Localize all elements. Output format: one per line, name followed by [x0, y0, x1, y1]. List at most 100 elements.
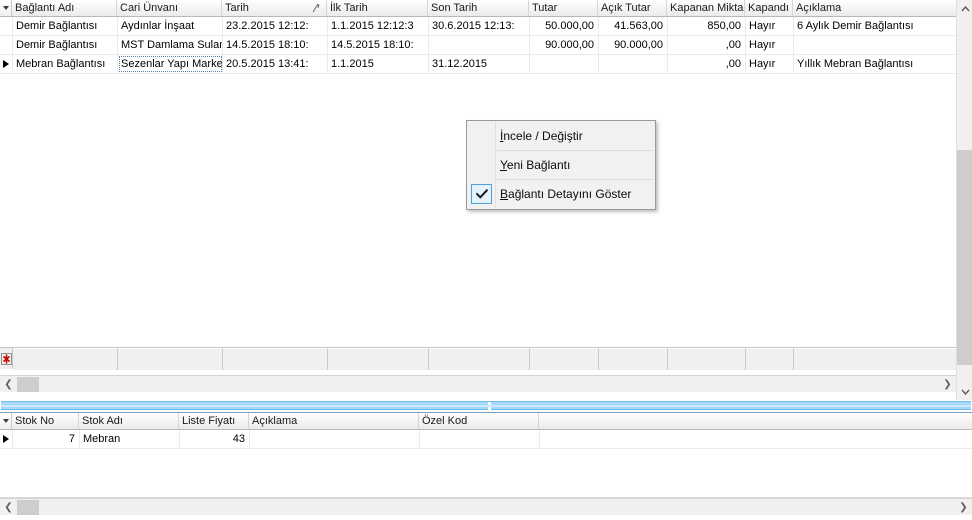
stok-column-header-3[interactable]: Açıklama	[249, 413, 419, 429]
table-cell[interactable]	[794, 36, 956, 54]
table-cell[interactable]: MST Damlama Sulama	[118, 36, 223, 54]
stok-column-header-4[interactable]: Özel Kod	[419, 413, 539, 429]
column-header-0[interactable]: Bağlantı Adı	[12, 0, 117, 16]
scroll-right-icon[interactable]: ❯	[955, 499, 972, 516]
column-header-2[interactable]: Tarih	[222, 0, 327, 16]
table-cell[interactable]: 1.1.2015 12:12:3	[328, 17, 429, 35]
splitter-bar[interactable]	[1, 401, 971, 411]
table-cell[interactable]: 14.5.2015 18:10:	[223, 36, 328, 54]
table-cell[interactable]: Mebran	[80, 430, 180, 448]
column-header-7[interactable]: Kapanan Miktar	[667, 0, 745, 16]
table-cell[interactable]	[530, 55, 599, 73]
column-header-8[interactable]: Kapandı	[745, 0, 793, 16]
baglanti-grid-vscrollbar[interactable]	[956, 0, 972, 400]
footer-cell[interactable]	[13, 348, 118, 370]
stok-column-header-0[interactable]: Stok No	[12, 413, 79, 429]
footer-cell[interactable]	[668, 348, 746, 370]
table-row[interactable]: Demir BağlantısıMST Damlama Sulama14.5.2…	[0, 36, 956, 55]
footer-cell[interactable]	[328, 348, 429, 370]
context-menu-item-label: Bağlantı Detayını Göster	[500, 187, 632, 201]
table-cell[interactable]: 43	[180, 430, 250, 448]
table-cell[interactable]: 850,00	[668, 17, 746, 35]
row-header-cell[interactable]	[0, 430, 13, 448]
row-header-select-all-button[interactable]	[0, 0, 12, 16]
table-cell[interactable]: 90.000,00	[599, 36, 668, 54]
stok-column-header-1[interactable]: Stok Adı	[79, 413, 179, 429]
table-cell[interactable]: Aydınlar İnşaat	[118, 17, 223, 35]
scroll-down-icon[interactable]	[957, 383, 972, 400]
table-cell[interactable]: 90.000,00	[530, 36, 599, 54]
row-header-cell[interactable]	[0, 36, 13, 54]
footer-cell[interactable]	[746, 348, 794, 370]
table-row[interactable]: 7 Mebran 43	[0, 430, 972, 449]
table-cell[interactable]	[250, 430, 420, 448]
table-cell[interactable]: 23.2.2015 12:12:	[223, 17, 328, 35]
hscroll-thumb[interactable]	[17, 499, 39, 515]
baglanti-grid-hscrollbar[interactable]: ❮ ❯	[0, 375, 956, 392]
table-cell[interactable]: 7	[13, 430, 80, 448]
table-cell[interactable]: 6 Aylık Demir Bağlantısı	[794, 17, 956, 35]
stok-grid-empty-space	[0, 449, 972, 498]
table-cell[interactable]: Hayır	[746, 17, 794, 35]
table-cell[interactable]: 41.563,00	[599, 17, 668, 35]
stok-grid-body: 7 Mebran 43	[0, 430, 972, 449]
scroll-left-icon[interactable]: ❮	[0, 499, 17, 516]
table-cell[interactable]: Mebran Bağlantısı	[13, 55, 118, 73]
footer-cell[interactable]	[429, 348, 530, 370]
column-header-9[interactable]: Açıklama	[793, 0, 956, 16]
table-cell[interactable]: Demir Bağlantısı	[13, 17, 118, 35]
table-cell[interactable]: Demir Bağlantısı	[13, 36, 118, 54]
scroll-left-icon[interactable]: ❮	[0, 376, 17, 393]
vscroll-track[interactable]	[957, 17, 972, 383]
table-cell[interactable]: 14.5.2015 18:10:	[328, 36, 429, 54]
table-cell[interactable]: 20.5.2015 13:41:	[223, 55, 328, 73]
baglanti-grid-header-row: Bağlantı Adı Cari Ünvanı Tarih İlk Tarih Son…	[0, 0, 956, 17]
table-cell[interactable]: 1.1.2015	[328, 55, 429, 73]
table-cell[interactable]: Sezenlar Yapı Market	[118, 55, 223, 73]
column-header-label: Kapandı	[748, 2, 789, 14]
column-header-6[interactable]: Açık Tutar	[598, 0, 667, 16]
grid-splitter[interactable]	[0, 400, 972, 412]
context-menu-item-1[interactable]: Yeni Bağlantı	[467, 152, 655, 178]
column-header-1[interactable]: Cari Ünvanı	[117, 0, 222, 16]
hscroll-track[interactable]	[17, 376, 939, 393]
table-cell[interactable]: 30.6.2015 12:13:	[429, 17, 530, 35]
table-row[interactable]: Mebran Bağlantısı Sezenlar Yapı Market 20.…	[0, 55, 956, 74]
table-row[interactable]: Demir Bağlantısı Aydınlar İnşaat 23.2.2015…	[0, 17, 956, 36]
stok-grid-header-row: Stok No Stok Adı Liste Fiyatı Açıklama Özel …	[0, 413, 972, 430]
delete-record-indicator[interactable]	[0, 348, 13, 369]
table-cell[interactable]: ,00	[668, 36, 746, 54]
table-cell[interactable]: Hayır	[746, 55, 794, 73]
footer-cell[interactable]	[530, 348, 599, 370]
stok-column-header-2[interactable]: Liste Fiyatı	[179, 413, 249, 429]
context-menu-item-0[interactable]: İncele / Değiştir	[467, 123, 655, 149]
column-header-4[interactable]: Son Tarih	[428, 0, 529, 16]
table-cell[interactable]: ,00	[668, 55, 746, 73]
table-cell[interactable]	[599, 55, 668, 73]
table-cell[interactable]: 50.000,00	[530, 17, 599, 35]
row-header-cell[interactable]	[0, 55, 13, 73]
context-menu-item-2[interactable]: Bağlantı Detayını Göster	[467, 181, 655, 207]
row-header-cell[interactable]	[0, 17, 13, 35]
hscroll-track[interactable]	[17, 499, 955, 516]
table-cell[interactable]: Yıllık Mebran Bağlantısı	[794, 55, 956, 73]
vscroll-thumb[interactable]	[957, 150, 972, 365]
splitter-grip[interactable]	[488, 402, 491, 411]
hscroll-thumb[interactable]	[17, 376, 39, 392]
table-cell[interactable]	[429, 36, 530, 54]
column-header-3[interactable]: İlk Tarih	[327, 0, 428, 16]
scroll-up-icon[interactable]	[957, 0, 972, 17]
table-cell[interactable]: Hayır	[746, 36, 794, 54]
footer-cell[interactable]	[223, 348, 328, 370]
table-cell[interactable]: 31.12.2015	[429, 55, 530, 73]
footer-cell[interactable]	[118, 348, 223, 370]
stok-grid-hscrollbar[interactable]: ❮ ❯	[0, 498, 972, 515]
table-cell[interactable]	[420, 430, 540, 448]
footer-cell[interactable]	[794, 348, 969, 370]
scroll-right-icon[interactable]: ❯	[939, 376, 956, 393]
column-header-label: Açık Tutar	[601, 2, 651, 14]
footer-cell[interactable]	[599, 348, 668, 370]
grid-context-menu[interactable]: İncele / Değiştir Yeni Bağlantı Bağlantı D…	[466, 120, 656, 210]
column-header-5[interactable]: Tutar	[529, 0, 598, 16]
stok-row-header-select-all-button[interactable]	[0, 413, 12, 429]
